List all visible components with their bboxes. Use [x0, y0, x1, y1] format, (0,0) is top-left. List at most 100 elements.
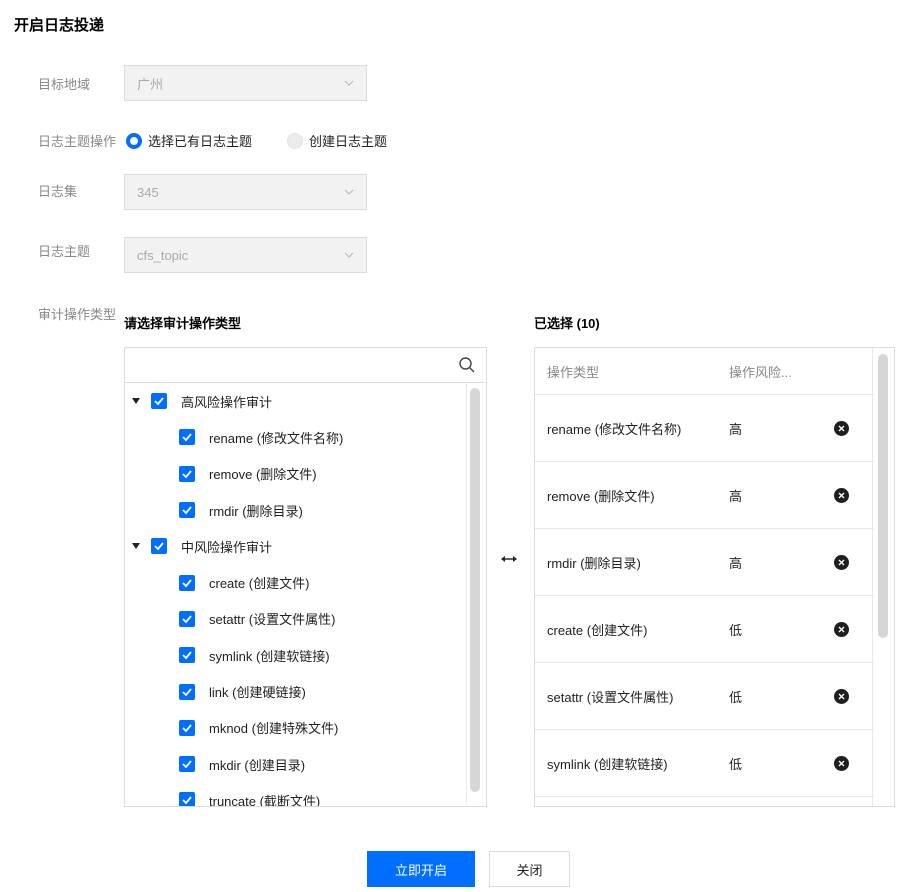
selected-table: 操作类型 操作风险... rename (修改文件名称) 高 remove (删… [535, 348, 874, 797]
tree-item[interactable]: link (创建硬链接) [125, 673, 486, 709]
logset-select[interactable]: 345 [124, 174, 367, 210]
selected-panel-title: 已选择 (10) [534, 316, 600, 331]
confirm-button[interactable]: 立即开启 [367, 851, 475, 887]
tree-item[interactable]: rmdir (删除目录) [125, 492, 486, 528]
scrollbar-thumb[interactable] [878, 354, 888, 638]
row-type: remove (删除文件) [547, 488, 655, 504]
row-type: rename (修改文件名称) [547, 421, 682, 437]
checkbox-checked-icon[interactable] [179, 429, 195, 446]
tree-item-label: mknod (创建特殊文件) [209, 721, 339, 737]
scrollbar-thumb[interactable] [470, 388, 480, 792]
tree-item[interactable]: rename (修改文件名称) [125, 419, 486, 455]
radio-checked-icon [126, 132, 142, 149]
selected-panel: 操作类型 操作风险... rename (修改文件名称) 高 remove (删… [534, 347, 895, 807]
checkbox-checked-icon[interactable] [179, 610, 195, 627]
topic-action-label: 日志主题操作 [38, 134, 117, 149]
region-select[interactable]: 广州 [124, 65, 367, 101]
checkbox-checked-icon[interactable] [179, 465, 195, 482]
row-type: create (创建文件) [547, 622, 648, 638]
logset-value: 345 [137, 184, 159, 200]
remove-icon[interactable] [834, 621, 849, 637]
tree-item[interactable]: setattr (设置文件属性) [125, 601, 486, 637]
remove-icon[interactable] [834, 554, 849, 570]
search-icon[interactable] [458, 356, 476, 374]
source-panel-title: 请选择审计操作类型 [124, 316, 242, 331]
tree-group-label: 高风险操作审计 [181, 394, 273, 410]
radio-existing-topic[interactable]: 选择已有日志主题 [126, 131, 252, 150]
remove-icon[interactable] [834, 420, 849, 436]
checkbox-checked-icon[interactable] [179, 683, 195, 700]
radio-create-topic[interactable]: 创建日志主题 [287, 131, 387, 150]
row-type: setattr (设置文件属性) [547, 689, 674, 705]
audit-types-label: 审计操作类型 [38, 307, 117, 322]
row-type: symlink (创建软链接) [547, 756, 668, 772]
tree-item-label: remove (删除文件) [209, 467, 317, 483]
table-row: rmdir (删除目录) 高 [535, 529, 874, 596]
logset-label: 日志集 [38, 184, 78, 199]
remove-icon[interactable] [834, 688, 849, 704]
tree-item[interactable]: mkdir (创建目录) [125, 746, 486, 782]
table-row: create (创建文件) 低 [535, 596, 874, 663]
scrollbar[interactable] [872, 348, 894, 806]
remove-icon[interactable] [834, 487, 849, 503]
region-value: 广州 [137, 76, 164, 92]
close-button[interactable]: 关闭 [489, 851, 570, 887]
region-label: 目标地域 [38, 77, 91, 92]
table-row: remove (删除文件) 高 [535, 462, 874, 529]
column-header-risk: 操作风险... [729, 364, 792, 380]
chevron-down-icon [344, 80, 354, 86]
checkbox-checked-icon[interactable] [151, 538, 167, 555]
tree-item[interactable]: truncate (截断文件) [125, 782, 486, 807]
tree-item[interactable]: mknod (创建特殊文件) [125, 710, 486, 746]
dialog-title: 开启日志投递 [14, 17, 105, 34]
row-risk: 高 [729, 488, 743, 504]
checkbox-checked-icon[interactable] [179, 647, 195, 664]
chevron-down-icon [344, 252, 354, 258]
table-row: symlink (创建软链接) 低 [535, 730, 874, 797]
table-row: setattr (设置文件属性) 低 [535, 663, 874, 730]
tree-item-label: create (创建文件) [209, 576, 310, 592]
topic-select[interactable]: cfs_topic [124, 237, 367, 273]
row-risk: 低 [729, 756, 743, 772]
caret-down-icon[interactable] [131, 541, 141, 551]
tree-item[interactable]: remove (删除文件) [125, 456, 486, 492]
tree-group-high-risk[interactable]: 高风险操作审计 [125, 383, 486, 419]
row-risk: 高 [729, 421, 743, 437]
row-risk: 高 [729, 555, 743, 571]
checkbox-checked-icon[interactable] [179, 502, 195, 519]
audit-type-tree: 高风险操作审计 rename (修改文件名称) remove (删除文件) rm… [125, 383, 486, 807]
column-header-type: 操作类型 [547, 364, 600, 380]
tree-item-label: truncate (截断文件) [209, 793, 321, 807]
chevron-down-icon [344, 189, 354, 195]
tree-item[interactable]: symlink (创建软链接) [125, 637, 486, 673]
row-type: rmdir (删除目录) [547, 555, 641, 571]
checkbox-checked-icon[interactable] [151, 393, 167, 410]
tree-group-label: 中风险操作审计 [181, 539, 273, 555]
tree-item-label: setattr (设置文件属性) [209, 612, 336, 628]
topic-label: 日志主题 [38, 244, 91, 259]
checkbox-checked-icon[interactable] [179, 756, 195, 773]
row-risk: 低 [729, 622, 743, 638]
checkbox-checked-icon[interactable] [179, 574, 195, 591]
search-input[interactable] [125, 348, 486, 383]
radio-create-topic-label: 创建日志主题 [309, 134, 388, 149]
tree-group-medium-risk[interactable]: 中风险操作审计 [125, 528, 486, 564]
remove-icon[interactable] [834, 755, 849, 771]
row-risk: 低 [729, 689, 743, 705]
checkbox-checked-icon[interactable] [179, 792, 195, 806]
caret-down-icon[interactable] [131, 396, 141, 406]
checkbox-checked-icon[interactable] [179, 719, 195, 736]
scrollbar[interactable] [466, 384, 484, 804]
source-panel: 高风险操作审计 rename (修改文件名称) remove (删除文件) rm… [124, 347, 487, 807]
table-row: rename (修改文件名称) 高 [535, 395, 874, 462]
tree-item-label: link (创建硬链接) [209, 685, 306, 701]
tree-item[interactable]: create (创建文件) [125, 564, 486, 600]
transfer-arrows-icon [501, 556, 517, 562]
tree-item-label: rmdir (删除目录) [209, 503, 303, 519]
table-header: 操作类型 操作风险... [535, 348, 874, 395]
tree-item-label: symlink (创建软链接) [209, 648, 330, 664]
radio-existing-topic-label: 选择已有日志主题 [148, 134, 253, 149]
tree-item-label: mkdir (创建目录) [209, 757, 306, 773]
radio-unchecked-icon [287, 132, 303, 149]
topic-value: cfs_topic [137, 247, 189, 263]
